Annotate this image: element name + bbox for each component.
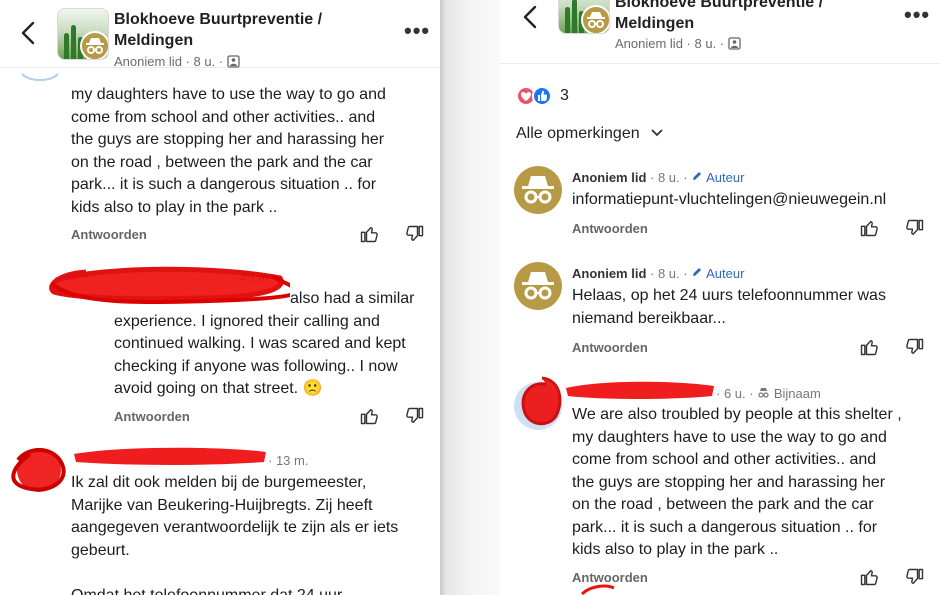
reply-link[interactable]: Antwoorden (71, 227, 147, 242)
members-icon (227, 55, 240, 68)
redaction-scribble-name (566, 381, 714, 399)
thumb-down-icon[interactable] (905, 567, 925, 587)
incognito-icon (522, 272, 554, 300)
incognito-icon (581, 5, 609, 33)
reply-link[interactable]: Antwoorden (114, 409, 190, 424)
comment-body: Ik zal dit ook melden bij de burgemeeste… (71, 474, 399, 595)
group-logo[interactable] (57, 8, 109, 60)
author-badge: Auteur (691, 170, 744, 185)
chevron-down-icon (651, 129, 663, 137)
thumb-down-icon[interactable] (905, 218, 925, 238)
reaction-count: 3 (560, 87, 569, 104)
comment-meta: · 6 u. · Bijnaam (716, 386, 821, 401)
group-logo[interactable] (558, 0, 610, 34)
group-title[interactable]: Blokhoeve Buurtpreventie / Meldingen (114, 9, 322, 51)
reply-link[interactable]: Antwoorden (572, 570, 648, 585)
avatar[interactable] (514, 262, 562, 310)
avatar-partial (21, 73, 59, 81)
left-screenshot-panel: my daughters have to use the way to go a… (0, 0, 440, 595)
avatar[interactable] (514, 166, 562, 214)
pencil-icon (693, 172, 702, 180)
members-icon (728, 37, 741, 50)
comment-body: also had a similar experience. I ignored… (114, 290, 415, 397)
thumb-up-icon[interactable] (859, 218, 879, 238)
pencil-icon (693, 268, 702, 276)
more-dots-icon[interactable]: ••• (404, 18, 430, 44)
comment-body: informatiepunt-vluchtelingen@nieuwegein.… (572, 191, 887, 208)
thumb-up-icon[interactable] (359, 224, 379, 244)
comment-time: · 13 m. (268, 453, 309, 468)
nickname-badge: Bijnaam (757, 386, 821, 401)
reply-link[interactable]: Antwoorden (572, 221, 648, 236)
post-header: Blokhoeve Buurtpreventie / Meldingen Ano… (0, 0, 440, 69)
thumb-down-icon[interactable] (405, 224, 425, 244)
post-meta: Anoniem lid · 8 u. · (114, 54, 240, 69)
post-body-tail: my daughters have to use the way to go a… (71, 86, 386, 216)
thumb-up-icon[interactable] (859, 567, 879, 587)
redaction-scribble-name (74, 447, 266, 465)
comment-body: Helaas, op het 24 uurs telefoonnummer wa… (572, 287, 886, 327)
back-chevron-icon[interactable] (520, 4, 542, 30)
comment-meta: Anoniem lid · 8 u. · Auteur (572, 266, 745, 281)
like-icon (532, 86, 552, 106)
thumb-up-icon[interactable] (359, 406, 379, 426)
back-chevron-icon[interactable] (18, 20, 40, 46)
panel-gutter (440, 0, 500, 595)
thumb-down-icon[interactable] (405, 406, 425, 426)
group-title[interactable]: Blokhoeve Buurtpreventie / Meldingen (615, 0, 823, 34)
comment-body: We are also troubled by people at this s… (572, 406, 902, 558)
post-header: Blokhoeve Buurtpreventie / Meldingen Ano… (500, 0, 941, 64)
redaction-scribble-avatar (11, 448, 66, 492)
incognito-icon (80, 31, 108, 59)
more-dots-icon[interactable]: ••• (904, 2, 930, 28)
incognito-icon (758, 388, 769, 398)
redaction-scribble-partial (580, 584, 615, 595)
comment-sort-dropdown[interactable]: Alle opmerkingen (516, 125, 664, 143)
incognito-icon (522, 176, 554, 204)
reply-link[interactable]: Antwoorden (572, 340, 648, 355)
thumb-down-icon[interactable] (905, 337, 925, 357)
redaction-scribble-avatar (521, 376, 562, 426)
post-meta: Anoniem lid · 8 u. · (615, 36, 741, 51)
author-badge: Auteur (691, 266, 744, 281)
comment-meta: Anoniem lid · 8 u. · Auteur (572, 170, 745, 185)
thumb-up-icon[interactable] (859, 337, 879, 357)
right-screenshot-panel: 3 Alle opmerkingen Anoniem lid · 8 u. · … (500, 0, 941, 595)
